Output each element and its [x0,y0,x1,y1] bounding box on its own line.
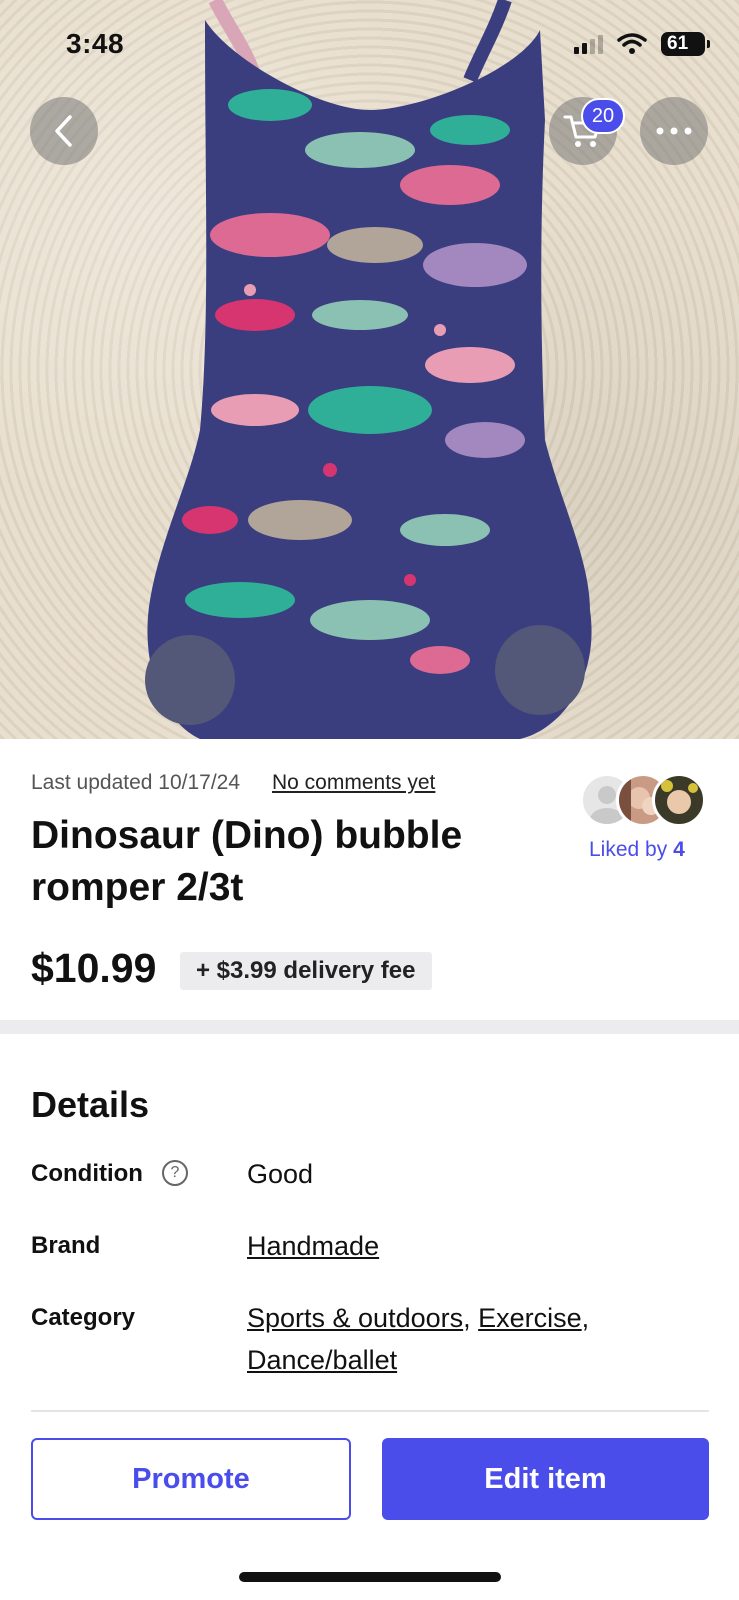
category-link-exercise[interactable]: Exercise [478,1303,582,1333]
liker-avatars[interactable] [580,773,706,827]
price: $10.99 [31,945,157,991]
category-link-dance[interactable]: Dance/ballet [247,1345,397,1375]
home-indicator[interactable] [239,1572,501,1582]
battery-icon: 61 [661,32,710,56]
cart-count-badge: 20 [581,98,625,134]
romper-illustration [145,0,592,739]
details-heading: Details [31,1084,150,1125]
last-updated: Last updated 10/17/24 [31,771,241,794]
brand-label: Brand [31,1232,101,1259]
back-button[interactable] [30,97,98,165]
product-photo[interactable]: 3:48 61 20 [0,0,739,739]
avatar [652,773,706,827]
liked-by-count: 4 [673,838,685,861]
section-divider [0,1020,739,1034]
condition-label: Condition [31,1160,143,1187]
listing-title: Dinosaur (Dino) bubble romper 2/3t [31,814,463,909]
condition-value: Good [247,1159,314,1189]
back-chevron-icon [55,115,72,147]
avatar-photo [661,780,698,814]
signal-icon [574,34,603,54]
divider [31,1410,709,1412]
category-value: Sports & outdoors, Exercise, Dance/balle… [247,1303,590,1375]
more-options-button[interactable] [640,97,708,165]
category-label: Category [31,1304,136,1331]
comments-link[interactable]: No comments yet [272,771,435,795]
delivery-fee-badge: + $3.99 delivery fee [180,952,432,990]
brand-value: Handmade [247,1225,677,1267]
battery-level: 61 [667,33,689,54]
wifi-icon [617,33,647,54]
help-circle-icon[interactable]: ? [162,1160,188,1186]
liked-by-label: Liked by [589,838,668,861]
promote-button[interactable]: Promote [31,1438,351,1520]
brand-link[interactable]: Handmade [247,1231,379,1261]
status-indicators: 61 [574,32,710,56]
edit-item-button[interactable]: Edit item [382,1438,709,1520]
status-time: 3:48 [66,28,125,59]
more-dots-icon [656,127,692,135]
category-link-sports[interactable]: Sports & outdoors [247,1303,463,1333]
liked-by[interactable]: Liked by 4 [589,838,685,862]
